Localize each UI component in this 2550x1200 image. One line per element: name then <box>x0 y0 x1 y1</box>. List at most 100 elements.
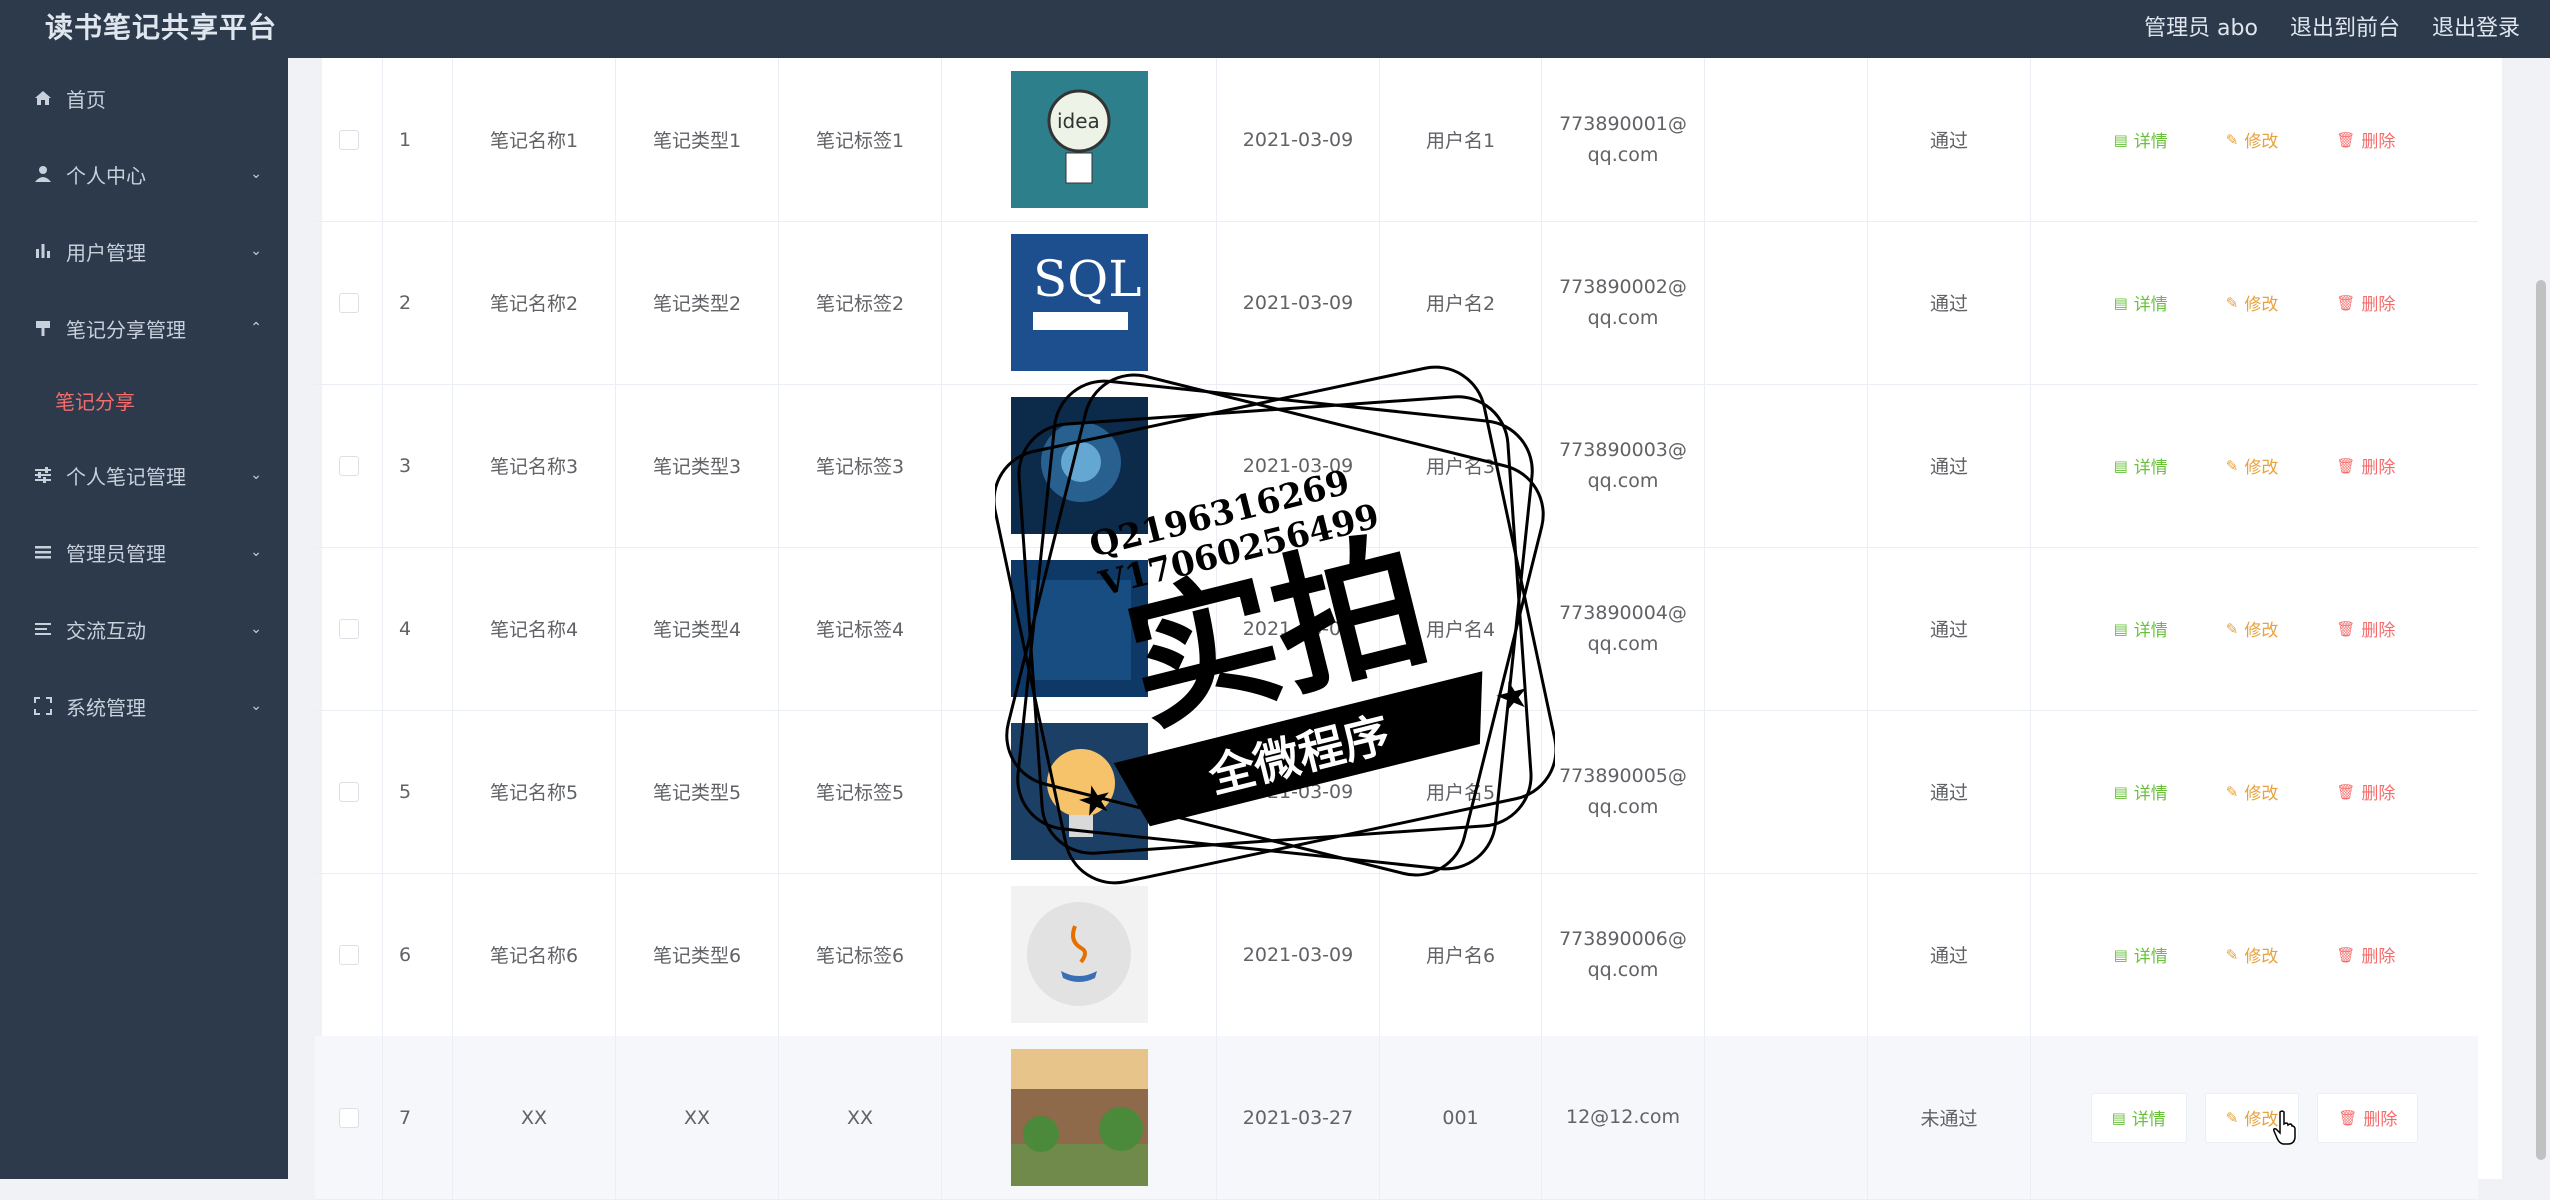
share-date: 2021-03-09 <box>1217 384 1380 547</box>
actions-cell: ▤ 详情 ✎ 修改 🗑 删除 <box>2031 710 2478 873</box>
edit-button[interactable]: ✎ 修改 <box>2206 116 2299 164</box>
row-checkbox[interactable] <box>338 781 359 802</box>
table-row: 5 笔记名称5 笔记类型5 笔记标签5 2021-03-09 用户名5 7738… <box>315 710 2478 874</box>
row-checkbox[interactable] <box>338 292 359 313</box>
note-image-cell <box>942 1036 1217 1199</box>
svg-text:idea: idea <box>1057 109 1100 133</box>
username: 用户名2 <box>1380 221 1542 384</box>
detail-button[interactable]: ▤ 详情 <box>2094 931 2188 979</box>
email-cell: 773890004@ qq.com <box>1542 547 1705 710</box>
delete-button[interactable]: 🗑 删除 <box>2317 1092 2419 1143</box>
edit-button[interactable]: ✎ 修改 <box>2206 279 2299 327</box>
sidebar-item-system[interactable]: 系统管理 ⌄ <box>0 676 288 736</box>
row-checkbox-cell <box>315 384 383 547</box>
row-checkbox-cell <box>315 873 383 1036</box>
pencil-icon: ✎ <box>2225 782 2239 801</box>
detail-label: 详情 <box>2133 295 2168 315</box>
row-index: 6 <box>383 873 453 1036</box>
detail-button[interactable]: ▤ 详情 <box>2090 1092 2187 1143</box>
trash-icon: 🗑 <box>2336 945 2356 964</box>
edit-button[interactable]: ✎ 修改 <box>2206 768 2299 816</box>
chevron-down-icon: ⌄ <box>250 544 262 560</box>
row-checkbox[interactable] <box>338 129 359 150</box>
delete-label: 删除 <box>2361 784 2396 804</box>
trash-icon: 🗑 <box>2336 782 2356 801</box>
share-date: 2021-03-27 <box>1217 1036 1380 1199</box>
note-type: 笔记类型3 <box>616 384 779 547</box>
edit-label: 修改 <box>2244 621 2279 641</box>
sliders-icon <box>32 464 54 486</box>
edit-button[interactable]: ✎ 修改 <box>2206 605 2299 653</box>
email-line1: 773890002@ <box>1559 275 1687 298</box>
scrollbar-thumb[interactable] <box>2536 280 2546 1160</box>
sidebar-item-personal[interactable]: 个人中心 ⌄ <box>0 144 288 204</box>
row-checkbox[interactable] <box>338 1107 359 1128</box>
detail-label: 详情 <box>2133 458 2168 478</box>
fullscreen-icon <box>32 695 54 717</box>
delete-button[interactable]: 🗑 删除 <box>2316 768 2415 816</box>
row-checkbox-cell <box>315 58 383 221</box>
edit-button[interactable]: ✎ 修改 <box>2206 442 2299 490</box>
sidebar-item-label: 交流互动 <box>66 618 146 643</box>
row-checkbox[interactable] <box>338 455 359 476</box>
email-line1: 773890006@ <box>1559 927 1687 950</box>
trash-icon: 🗑 <box>2336 456 2356 475</box>
share-date: 2021-03-09 <box>1217 58 1380 221</box>
sidebar-item-personal-notes[interactable]: 个人笔记管理 ⌄ <box>0 445 288 505</box>
note-name: 笔记名称2 <box>453 221 616 384</box>
edit-label: 修改 <box>2244 458 2279 478</box>
note-name: 笔记名称5 <box>453 710 616 873</box>
delete-button[interactable]: 🗑 删除 <box>2316 279 2415 327</box>
username: 用户名5 <box>1380 710 1542 873</box>
email-line1: 773890005@ <box>1559 764 1687 787</box>
pencil-icon: ✎ <box>2225 130 2239 149</box>
edit-button[interactable]: ✎ 修改 <box>2206 931 2299 979</box>
document-icon: ▤ <box>2113 945 2128 964</box>
sidebar-item-users[interactable]: 用户管理 ⌄ <box>0 221 288 281</box>
note-image: SQL <box>1010 234 1148 371</box>
delete-button[interactable]: 🗑 删除 <box>2316 931 2415 979</box>
sidebar-item-home[interactable]: 首页 <box>0 68 288 128</box>
detail-label: 详情 <box>2133 784 2168 804</box>
sidebar-item-interaction[interactable]: 交流互动 ⌄ <box>0 599 288 659</box>
detail-button[interactable]: ▤ 详情 <box>2094 116 2188 164</box>
row-checkbox[interactable] <box>338 618 359 639</box>
sidebar-item-note-share[interactable]: 笔记分享管理 ⌃ <box>0 298 288 358</box>
sidebar-item-label: 系统管理 <box>66 695 146 720</box>
row-checkbox-cell <box>315 1036 383 1199</box>
empty-cell <box>1705 547 1868 710</box>
trash-icon: 🗑 <box>2336 130 2356 149</box>
sidebar-subitem-note-share[interactable]: 笔记分享 <box>0 372 288 428</box>
sidebar-item-admins[interactable]: 管理员管理 ⌄ <box>0 522 288 582</box>
email-cell: 773890003@ qq.com <box>1542 384 1705 547</box>
hand-cursor-icon <box>2273 1110 2296 1145</box>
exit-to-front-link[interactable]: 退出到前台 <box>2290 10 2400 42</box>
trash-icon: 🗑 <box>2338 1108 2358 1127</box>
delete-button[interactable]: 🗑 删除 <box>2316 605 2415 653</box>
top-actions: 管理员 abo 退出到前台 退出登录 <box>2144 10 2520 42</box>
logout-link[interactable]: 退出登录 <box>2432 10 2520 42</box>
table-row: 6 笔记名称6 笔记类型6 笔记标签6 2021-03-09 用户名6 7738… <box>315 873 2478 1037</box>
note-image <box>1010 560 1148 697</box>
row-index: 7 <box>383 1036 453 1199</box>
detail-button[interactable]: ▤ 详情 <box>2094 442 2188 490</box>
detail-button[interactable]: ▤ 详情 <box>2094 768 2188 816</box>
chevron-down-icon: ⌄ <box>250 467 262 483</box>
detail-button[interactable]: ▤ 详情 <box>2094 605 2188 653</box>
email-line1: 773890001@ <box>1559 112 1687 135</box>
row-checkbox[interactable] <box>338 944 359 965</box>
note-type: XX <box>616 1036 779 1199</box>
email-line2: qq.com <box>1587 469 1659 492</box>
sidebar-item-label: 用户管理 <box>66 240 146 265</box>
pencil-icon: ✎ <box>2225 293 2239 312</box>
note-image-cell <box>942 384 1217 547</box>
delete-button[interactable]: 🗑 删除 <box>2316 442 2415 490</box>
review-status: 通过 <box>1868 710 2031 873</box>
note-name: 笔记名称6 <box>453 873 616 1036</box>
email-line2: qq.com <box>1587 143 1659 166</box>
edit-label: 修改 <box>2244 784 2279 804</box>
delete-button[interactable]: 🗑 删除 <box>2316 116 2415 164</box>
email-line2: qq.com <box>1587 306 1659 329</box>
detail-button[interactable]: ▤ 详情 <box>2094 279 2188 327</box>
username: 用户名1 <box>1380 58 1542 221</box>
